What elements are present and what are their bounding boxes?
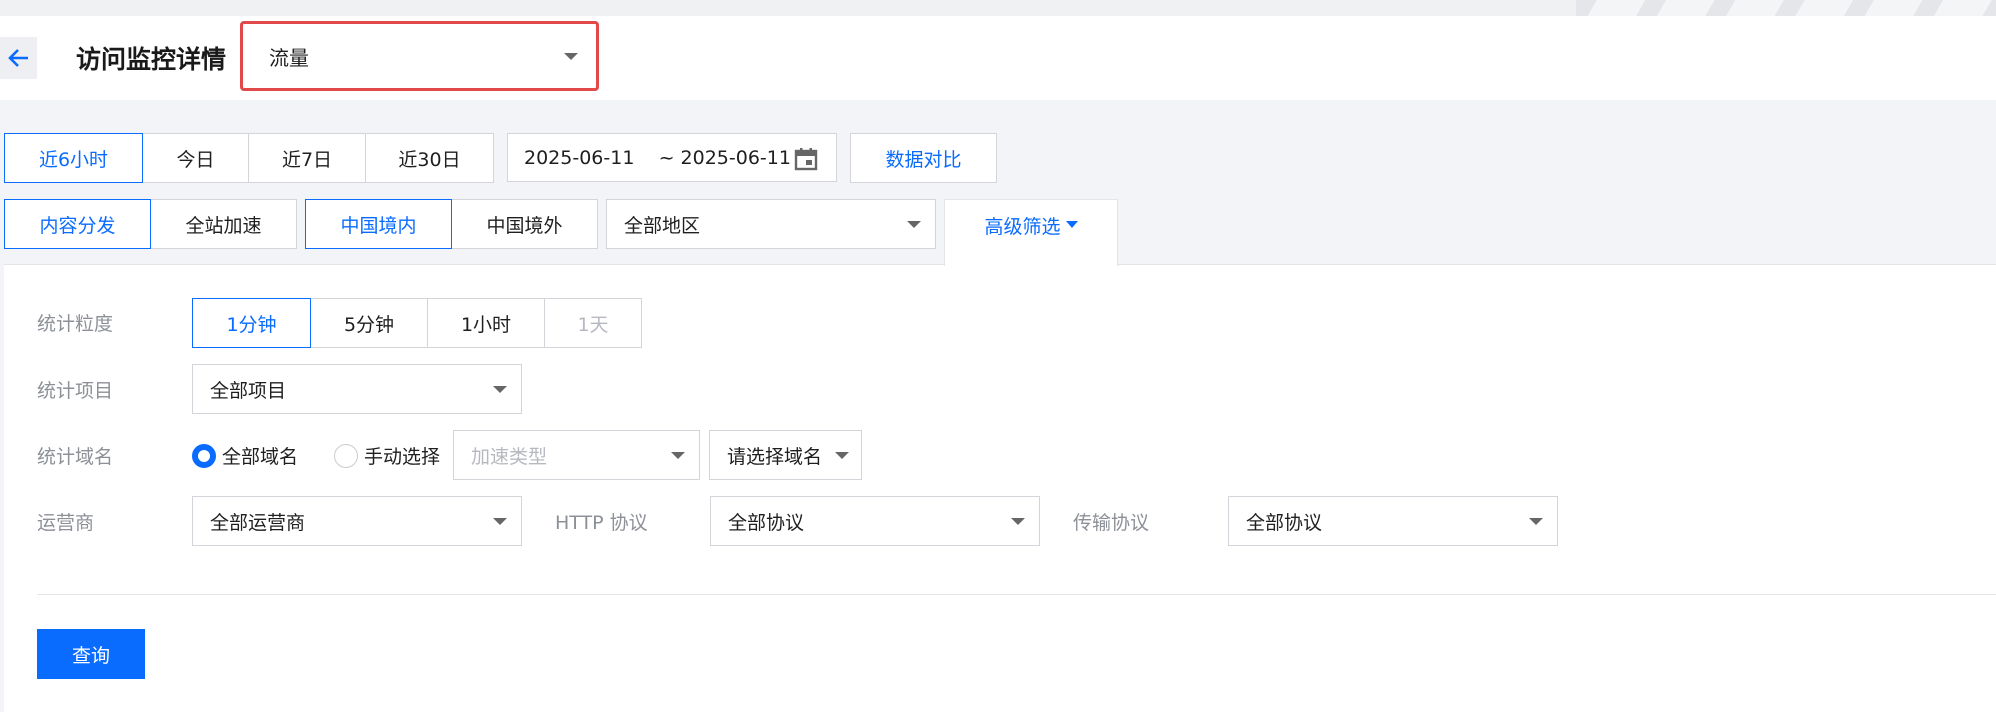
transport-label: 传输协议: [1073, 512, 1150, 534]
metric-select[interactable]: 流量: [240, 21, 599, 91]
isp-select-value: 全部运营商: [210, 511, 306, 534]
time-btn-30d[interactable]: 近30日: [365, 133, 494, 183]
calendar-icon: [794, 148, 818, 171]
caret-down-icon: [493, 386, 507, 393]
granularity-btn-5min[interactable]: 5分钟: [310, 298, 428, 348]
domain-label: 统计域名: [37, 446, 114, 468]
radio-unchecked-icon: [334, 443, 358, 468]
back-button[interactable]: [0, 37, 37, 79]
date-range-picker[interactable]: 2025-06-11 ~ 2025-06-11: [507, 133, 837, 182]
caret-down-icon: [493, 518, 507, 525]
accel-type-placeholder: 加速类型: [471, 445, 548, 468]
caret-down-icon: [1065, 221, 1078, 228]
page-title: 访问监控详情: [76, 45, 227, 74]
item-select[interactable]: 全部项目: [192, 364, 522, 414]
http-select-value: 全部协议: [728, 511, 805, 534]
divider: [37, 594, 1996, 595]
radio-manual-select[interactable]: 手动选择: [334, 442, 440, 469]
decorative-pattern: [1576, 0, 1996, 16]
caret-down-icon: [1529, 518, 1543, 525]
area-select-value: 全部地区: [624, 214, 701, 237]
caret-down-icon: [671, 452, 685, 459]
accel-type-select[interactable]: 加速类型: [453, 430, 700, 480]
http-select[interactable]: 全部协议: [710, 496, 1040, 546]
radio-all-domains-label: 全部域名: [222, 446, 299, 468]
granularity-btn-1h[interactable]: 1小时: [427, 298, 545, 348]
time-btn-7d[interactable]: 近7日: [248, 133, 366, 183]
transport-select-value: 全部协议: [1246, 511, 1323, 534]
item-select-value: 全部项目: [210, 379, 287, 402]
top-strip: [0, 0, 1996, 16]
radio-manual-select-label: 手动选择: [364, 446, 441, 468]
service-btn-dsa[interactable]: 全站加速: [150, 199, 297, 249]
radio-all-domains[interactable]: 全部域名: [192, 442, 298, 469]
item-label: 统计项目: [37, 380, 114, 402]
compare-button[interactable]: 数据对比: [850, 133, 997, 183]
time-btn-today[interactable]: 今日: [142, 133, 249, 183]
granularity-label: 统计粒度: [37, 313, 114, 335]
metric-select-value: 流量: [269, 45, 309, 70]
advanced-filter-tab[interactable]: 高级筛选: [944, 199, 1118, 266]
granularity-btn-1min[interactable]: 1分钟: [192, 298, 311, 348]
time-btn-6h[interactable]: 近6小时: [4, 133, 143, 183]
region-btn-overseas[interactable]: 中国境外: [451, 199, 598, 249]
date-range-text: 2025-06-11 ~ 2025-06-11: [524, 146, 791, 169]
isp-label: 运营商: [37, 512, 95, 534]
caret-down-icon: [835, 452, 849, 459]
caret-down-icon: [564, 53, 578, 60]
granularity-btn-1d: 1天: [544, 298, 642, 348]
area-select[interactable]: 全部地区: [606, 199, 936, 249]
region-btn-domestic[interactable]: 中国境内: [305, 199, 452, 249]
caret-down-icon: [1011, 518, 1025, 525]
caret-down-icon: [907, 221, 921, 228]
transport-select[interactable]: 全部协议: [1228, 496, 1558, 546]
http-label: HTTP 协议: [555, 512, 648, 534]
advanced-filter-label: 高级筛选: [984, 216, 1061, 238]
query-button[interactable]: 查询: [37, 629, 145, 679]
service-btn-cdn[interactable]: 内容分发: [4, 199, 151, 249]
isp-select[interactable]: 全部运营商: [192, 496, 522, 546]
arrow-left-icon: [7, 49, 28, 67]
radio-checked-icon: [192, 443, 216, 468]
domain-select[interactable]: 请选择域名: [709, 430, 862, 480]
domain-select-value: 请选择域名: [727, 445, 823, 468]
